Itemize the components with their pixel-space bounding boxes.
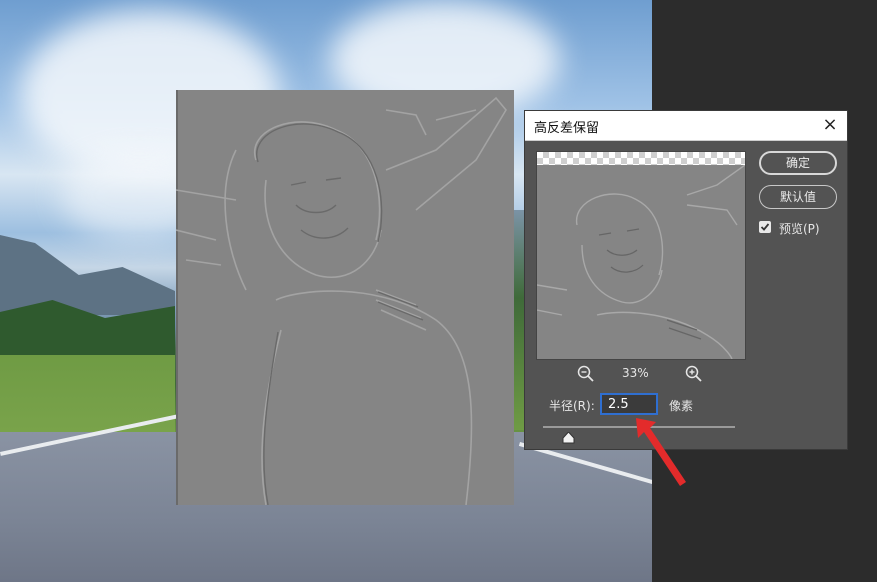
radius-label: 半径(R): xyxy=(549,399,595,413)
red-arrow-annotation xyxy=(636,418,686,486)
filter-preview-thumbnail[interactable] xyxy=(536,151,746,360)
default-button[interactable]: 默认值 xyxy=(759,185,837,209)
close-icon[interactable]: × xyxy=(821,116,839,134)
embossed-portrait-thumbnail xyxy=(537,165,745,359)
embossed-portrait-image xyxy=(176,96,507,505)
dialog-titlebar[interactable]: 高反差保留 × xyxy=(525,111,847,141)
zoom-controls: 33% xyxy=(536,364,744,384)
checkmark-icon xyxy=(760,223,770,231)
slider-thumb-icon[interactable] xyxy=(562,429,575,444)
zoom-percentage: 33% xyxy=(622,366,649,380)
zoom-out-icon[interactable] xyxy=(576,364,596,384)
preview-checkbox[interactable] xyxy=(759,221,771,233)
transparency-checkerboard xyxy=(537,152,745,165)
mountain xyxy=(0,235,175,315)
dialog-title: 高反差保留 xyxy=(534,121,600,136)
high-pass-dialog: 高反差保留 × 33% 半径(R): 2.5 像素 确定 默认值 预览(P) xyxy=(524,110,848,450)
preview-image xyxy=(537,165,745,359)
preview-label: 预览(P) xyxy=(779,222,820,236)
zoom-in-icon[interactable] xyxy=(684,364,704,384)
ok-button[interactable]: 确定 xyxy=(759,151,837,175)
high-pass-layer-preview xyxy=(176,90,514,505)
